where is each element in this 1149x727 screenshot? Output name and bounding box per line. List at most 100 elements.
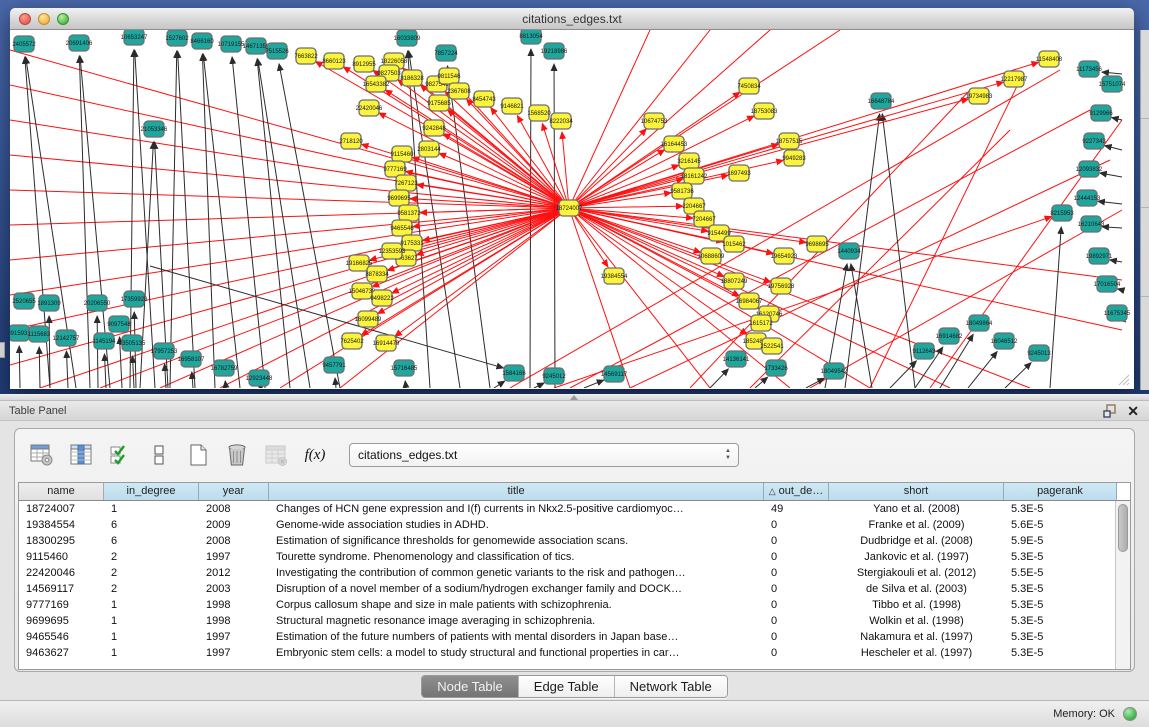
graph-node[interactable]: 9465546 xyxy=(390,220,414,236)
graph-node[interactable]: 3216145 xyxy=(677,153,701,169)
graph-node[interactable]: 16543382 xyxy=(363,76,390,92)
graph-node[interactable]: 16164453 xyxy=(661,136,688,152)
graph-node[interactable]: 19734983 xyxy=(966,88,993,104)
table-row[interactable]: 946554611997Estimation of the future num… xyxy=(19,629,1130,645)
graph-node[interactable]: 9097548 xyxy=(107,316,131,332)
resize-grip-icon[interactable] xyxy=(1118,374,1130,386)
table-settings-icon[interactable] xyxy=(29,442,55,468)
graph-node[interactable]: 9242848 xyxy=(422,120,446,136)
graph-node[interactable]: 16099489 xyxy=(355,311,382,327)
graph-node[interactable]: 2367608 xyxy=(447,83,471,99)
graph-node[interactable]: 9949283 xyxy=(782,150,806,166)
graph-node[interactable]: 12093832 xyxy=(1076,161,1103,177)
graph-node[interactable]: 1615172 xyxy=(749,315,773,331)
graph-node[interactable]: 8813054 xyxy=(519,30,543,44)
network-canvas[interactable]: 1872400776638228660123891295518226058982… xyxy=(10,30,1132,388)
delete-icon[interactable] xyxy=(224,442,250,468)
graph-node[interactable]: 18049864 xyxy=(966,315,993,331)
graph-node[interactable]: 1891309 xyxy=(37,295,61,311)
graph-node[interactable]: 10719155 xyxy=(218,36,245,52)
graph-node[interactable]: 11675345 xyxy=(1104,305,1131,321)
graph-node[interactable]: 12444153 xyxy=(1074,190,1101,206)
graph-node[interactable]: 2520655 xyxy=(12,293,36,309)
network-view-window[interactable]: citations_edges.txt 18724007766382286601… xyxy=(10,8,1134,389)
graph-node[interactable]: 19654923 xyxy=(771,248,798,264)
tab-network-table[interactable]: Network Table xyxy=(615,676,727,697)
window-titlebar[interactable]: citations_edges.txt xyxy=(10,8,1134,30)
graph-node[interactable]: 9581736 xyxy=(670,183,694,199)
graph-node[interactable]: 18161242 xyxy=(681,168,708,184)
graph-node[interactable]: 16958107 xyxy=(178,351,205,367)
split-grip-icon[interactable] xyxy=(570,395,578,400)
table-row[interactable]: 1938455462009Genome-wide association stu… xyxy=(19,517,1130,533)
row-selection-icon[interactable] xyxy=(107,442,133,468)
graph-node[interactable]: 19756928 xyxy=(768,278,795,294)
scrollbar-thumb[interactable] xyxy=(1118,504,1128,552)
graph-node[interactable]: 1568520 xyxy=(527,105,551,121)
graph-node[interactable]: 9811546 xyxy=(438,68,462,84)
graph-node[interactable]: 16033809 xyxy=(394,30,421,46)
graph-node[interactable]: 17016504 xyxy=(1094,276,1121,292)
graph-node[interactable]: 1697493 xyxy=(727,165,751,181)
graph-node[interactable]: 9498222 xyxy=(370,290,394,306)
graph-node[interactable]: 16914479 xyxy=(373,335,400,351)
graph-node[interactable]: 9245013 xyxy=(1027,345,1051,361)
graph-node[interactable]: 1145194 xyxy=(93,333,117,349)
graph-node[interactable]: 15751074 xyxy=(1099,76,1126,92)
graph-node[interactable]: 9245012 xyxy=(542,368,566,384)
graph-node[interactable]: 16648784 xyxy=(868,93,895,109)
graph-node[interactable]: 22420046 xyxy=(356,100,383,116)
graph-node[interactable]: 1440934 xyxy=(837,243,861,259)
graph-node[interactable]: 17957253 xyxy=(151,343,178,359)
graph-node[interactable]: 11173456 xyxy=(1076,61,1102,77)
close-panel-icon[interactable]: ✕ xyxy=(1127,403,1139,419)
graph-node[interactable]: 2405572 xyxy=(12,36,36,52)
column-header-out_de[interactable]: △out_de… xyxy=(764,483,829,500)
table-selector-dropdown[interactable]: citations_edges.txt ▲▼ xyxy=(349,443,739,467)
function-builder-icon[interactable]: f(x) xyxy=(302,442,328,468)
graph-node[interactable]: 8660123 xyxy=(322,53,346,69)
graph-node[interactable]: 18724007 xyxy=(556,200,583,216)
table-row[interactable]: 1456911722003Disruption of a novel membe… xyxy=(19,581,1130,597)
graph-node[interactable]: 19384554 xyxy=(601,268,628,284)
column-header-name[interactable]: name xyxy=(19,483,104,500)
table-scrollbar[interactable] xyxy=(1115,501,1130,669)
graph-node[interactable]: 10674753 xyxy=(641,113,668,129)
table-row[interactable]: 911546021997Tourette syndrome. Phenomeno… xyxy=(19,549,1130,565)
graph-node[interactable]: 7625402 xyxy=(340,333,364,349)
graph-node[interactable]: 9115460 xyxy=(391,146,415,162)
graph-node[interactable]: 2718120 xyxy=(339,133,363,149)
graph-node[interactable]: 18753083 xyxy=(751,103,778,119)
graph-node[interactable]: 7515526 xyxy=(265,43,289,59)
graph-node[interactable]: 8912955 xyxy=(352,56,376,72)
graph-node[interactable]: 12353593 xyxy=(379,243,406,259)
graph-node[interactable]: 9698695 xyxy=(805,236,829,252)
graph-node[interactable]: 8466160 xyxy=(190,33,214,49)
column-header-title[interactable]: title xyxy=(269,483,764,500)
graph-node[interactable]: 16914682 xyxy=(936,328,963,344)
graph-node[interactable]: 7450834 xyxy=(737,78,761,94)
graph-node[interactable]: 2522541 xyxy=(760,338,784,354)
graph-node[interactable]: 9699695 xyxy=(387,190,411,206)
graph-node[interactable]: 8215953 xyxy=(1050,205,1074,221)
graph-node[interactable]: 9227343 xyxy=(1082,133,1106,149)
graph-node[interactable]: 10688609 xyxy=(698,248,725,264)
graph-node[interactable]: 18049542 xyxy=(821,363,848,379)
graph-node[interactable]: 16210643 xyxy=(1078,216,1105,232)
graph-node[interactable]: 16782759 xyxy=(211,360,238,376)
graph-node[interactable]: 8186328 xyxy=(400,70,424,86)
delete-table-icon[interactable] xyxy=(263,442,289,468)
graph-node[interactable]: 2803144 xyxy=(417,141,441,157)
column-header-in_degree[interactable]: in_degree xyxy=(104,483,199,500)
graph-node[interactable]: 14136141 xyxy=(723,351,750,367)
graph-node[interactable]: 18757515 xyxy=(776,133,803,149)
graph-node[interactable]: 12142757 xyxy=(53,330,80,346)
new-file-icon[interactable] xyxy=(185,442,211,468)
graph-node[interactable]: 15716485 xyxy=(391,360,418,376)
graph-node[interactable]: 1733426 xyxy=(764,360,788,376)
graph-node[interactable]: 14569117 xyxy=(601,366,628,382)
graph-node[interactable]: 17359928 xyxy=(121,291,148,307)
tab-edge-table[interactable]: Edge Table xyxy=(519,676,615,697)
graph-node[interactable]: 9175685 xyxy=(427,95,451,111)
graph-node[interactable]: 8454743 xyxy=(472,91,496,107)
